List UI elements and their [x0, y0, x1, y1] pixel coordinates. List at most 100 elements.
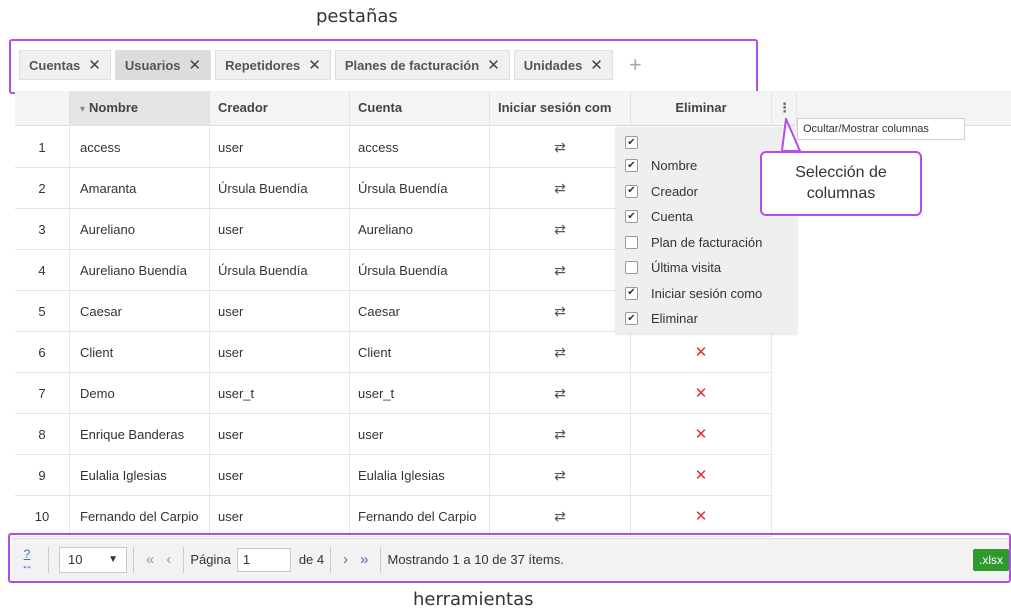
login-as-icon[interactable]: ⇄	[554, 303, 566, 319]
column-option[interactable]: Eliminar	[616, 306, 698, 331]
cell-creador: user	[210, 332, 350, 373]
page-label: Página	[190, 552, 231, 567]
add-tab-icon[interactable]: +	[629, 50, 642, 80]
table-row[interactable]: 7 Demo user_t user_t ⇄ ✕	[15, 373, 772, 414]
login-as-icon[interactable]: ⇄	[554, 344, 566, 360]
column-selection-callout: Selección de columnas	[760, 151, 922, 216]
column-option[interactable]	[616, 130, 651, 155]
column-option-label: Cuenta	[651, 209, 693, 224]
delete-icon[interactable]: ✕	[695, 344, 708, 361]
chevron-down-icon: ▼	[108, 554, 118, 565]
row-number: 6	[15, 332, 70, 373]
close-icon[interactable]: ✕	[189, 57, 202, 74]
checkbox-icon[interactable]	[625, 312, 638, 325]
tab-usuarios[interactable]: Usuarios ✕	[114, 50, 212, 80]
close-icon[interactable]: ✕	[88, 57, 101, 74]
cell-nombre: Fernando del Carpio	[70, 496, 210, 537]
cell-nombre: Client	[70, 332, 210, 373]
tab-label: Cuentas	[29, 58, 81, 73]
delete-icon[interactable]: ✕	[695, 467, 708, 484]
login-as-icon[interactable]: ⇄	[554, 385, 566, 401]
header-cuenta[interactable]: Cuenta	[350, 91, 490, 126]
cell-cuenta: Úrsula Buendía	[350, 168, 490, 209]
checkbox-icon[interactable]	[625, 184, 638, 198]
help-icon[interactable]: ? ↔	[12, 548, 42, 572]
cell-login-as: ⇄	[490, 250, 631, 291]
checkbox-icon[interactable]	[625, 210, 638, 223]
last-page-button[interactable]: »	[360, 551, 368, 568]
cell-delete: ✕	[631, 373, 772, 414]
row-number: 4	[15, 250, 70, 291]
cell-nombre: Eulalia Iglesias	[70, 455, 210, 496]
table-row[interactable]: 10 Fernando del Carpio user Fernando del Ca…	[15, 496, 772, 537]
resize-arrows-icon: ↔	[21, 557, 33, 572]
checkbox-icon[interactable]	[625, 235, 638, 249]
separator	[133, 546, 134, 573]
tab-cuentas[interactable]: Cuentas ✕	[19, 50, 111, 80]
tab-unidades[interactable]: Unidades ✕	[513, 50, 613, 80]
row-number: 10	[15, 496, 70, 537]
page-size-value: 10	[68, 552, 83, 567]
header-iniciar-sesion[interactable]: Iniciar sesión com	[490, 91, 631, 126]
cell-delete: ✕	[631, 455, 772, 496]
export-xlsx-button[interactable]: .xlsx	[973, 548, 1009, 571]
column-option-label: Creador	[651, 183, 698, 199]
header-nombre[interactable]: ▾ Nombre	[70, 91, 210, 126]
row-number: 9	[15, 455, 70, 496]
column-option[interactable]: Plan de facturación	[616, 230, 762, 255]
login-as-icon[interactable]: ⇄	[554, 508, 566, 524]
login-as-icon[interactable]: ⇄	[554, 262, 566, 278]
tab-planes-de-facturacion[interactable]: Planes de facturación ✕	[334, 50, 510, 80]
cell-login-as: ⇄	[490, 168, 631, 209]
tab-label: Usuarios	[124, 58, 181, 73]
column-option[interactable]: Cuenta	[616, 204, 693, 229]
login-as-icon[interactable]: ⇄	[554, 467, 566, 483]
close-icon[interactable]: ✕	[590, 57, 603, 74]
page-number-input[interactable]: 1	[236, 547, 291, 572]
checkbox-icon[interactable]	[625, 136, 638, 149]
table-row[interactable]: 6 Client user Client ⇄ ✕	[15, 332, 772, 373]
cell-creador: user	[210, 455, 350, 496]
close-icon[interactable]: ✕	[308, 57, 321, 74]
close-icon[interactable]: ✕	[487, 57, 500, 74]
column-option[interactable]: Nombre	[616, 153, 697, 178]
callout-line-1: Selección de	[795, 164, 887, 181]
checkbox-icon[interactable]	[625, 286, 638, 300]
header-creador[interactable]: Creador	[210, 91, 350, 126]
next-page-button[interactable]: ›	[343, 551, 348, 568]
tab-label: Unidades	[523, 58, 583, 73]
prev-page-button[interactable]: ‹	[166, 551, 171, 568]
separator	[183, 546, 185, 573]
delete-icon[interactable]: ✕	[695, 508, 708, 525]
page-size-select[interactable]: 10 ▼	[59, 546, 127, 573]
cell-cuenta: Aureliano	[350, 209, 490, 250]
checkbox-icon[interactable]	[625, 159, 638, 172]
sort-desc-icon: ▾	[80, 104, 86, 115]
header-label: Nombre	[89, 100, 139, 115]
checkbox-icon[interactable]	[625, 261, 638, 274]
delete-icon[interactable]: ✕	[695, 385, 708, 402]
tab-repetidores[interactable]: Repetidores ✕	[215, 50, 331, 80]
column-option[interactable]: Creador	[616, 179, 698, 204]
login-as-icon[interactable]: ⇄	[554, 180, 566, 196]
login-as-icon[interactable]: ⇄	[554, 426, 566, 442]
table-row[interactable]: 8 Enrique Banderas user user ⇄ ✕	[15, 414, 772, 455]
header-eliminar[interactable]: Eliminar	[631, 91, 772, 126]
column-option[interactable]: Última visita	[616, 255, 721, 280]
table-row[interactable]: 9 Eulalia Iglesias user Eulalia Iglesias ⇄ ✕	[15, 455, 772, 496]
cell-nombre: access	[70, 127, 210, 168]
column-option-label: Iniciar sesión como	[651, 285, 763, 301]
first-page-button[interactable]: «	[146, 551, 154, 568]
row-number: 2	[15, 168, 70, 209]
separator	[380, 546, 382, 573]
cell-login-as: ⇄	[490, 209, 631, 250]
cell-creador: user_t	[210, 373, 350, 414]
column-option[interactable]: Iniciar sesión como	[616, 281, 762, 306]
tab-label: Planes de facturación	[344, 58, 480, 73]
delete-icon[interactable]: ✕	[695, 426, 708, 443]
callout-line-2: columnas	[806, 185, 876, 202]
cell-creador: Úrsula Buendía	[210, 168, 350, 209]
annotation-tabs-title: pestañas	[316, 6, 398, 27]
login-as-icon[interactable]: ⇄	[554, 221, 566, 237]
login-as-icon[interactable]: ⇄	[554, 139, 566, 155]
